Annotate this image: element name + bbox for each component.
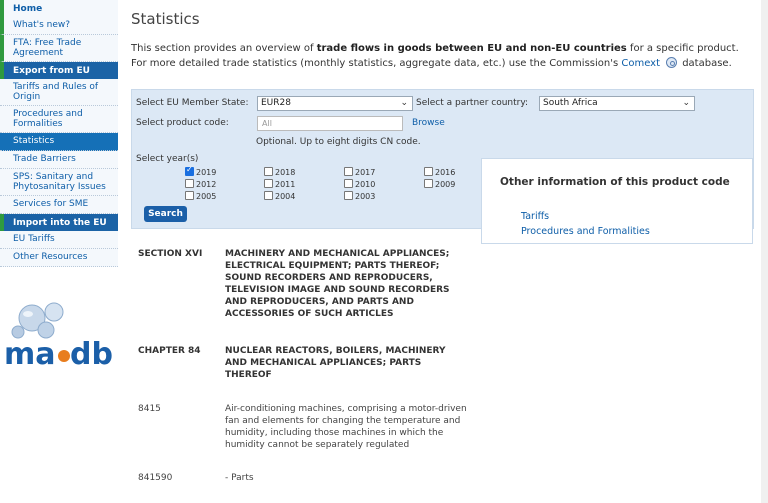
year-label-text: 2012 xyxy=(196,180,217,189)
chapter-code: CHAPTER 84 xyxy=(138,346,201,356)
heading-description: Air-conditioning machines, comprising a … xyxy=(225,404,467,450)
checkbox-icon xyxy=(185,179,194,188)
comext-link[interactable]: Comext xyxy=(621,58,660,69)
year-label-text: 2009 xyxy=(435,180,456,189)
year-checkbox-2016[interactable]: 2016 xyxy=(424,167,455,177)
intro-part-1: This section provides an overview of xyxy=(131,43,317,54)
browse-link[interactable]: Browse xyxy=(412,118,445,128)
chapter-description: NUCLEAR REACTORS, BOILERS, MACHINERY AND… xyxy=(225,346,446,380)
checkbox-icon xyxy=(344,179,353,188)
product-code-input[interactable]: All xyxy=(257,116,403,131)
year-label-text: 2004 xyxy=(275,192,296,201)
page-title: Statistics xyxy=(131,10,200,28)
checkbox-icon xyxy=(344,191,353,200)
year-label-text: 2017 xyxy=(355,168,376,177)
year-label-text: 2018 xyxy=(275,168,296,177)
product-info-box: Other information of this product code T… xyxy=(481,158,753,244)
sidebar-item-export[interactable]: Export from EU xyxy=(0,62,118,79)
intro-part-3: database. xyxy=(679,58,732,69)
year-label-text: 2010 xyxy=(355,180,376,189)
checkbox-icon xyxy=(264,179,273,188)
year-label-text: 2016 xyxy=(435,168,456,177)
sidebar-item-whats-new[interactable]: What's new? xyxy=(0,17,118,35)
member-state-label: Select EU Member State: xyxy=(136,98,249,108)
year-checkbox-2003[interactable]: 2003 xyxy=(344,191,375,201)
partner-label: Select a partner country: xyxy=(416,98,529,108)
vertical-scrollbar[interactable] xyxy=(761,0,768,503)
checkbox-icon xyxy=(264,191,273,200)
sidebar-nav: Home What's new? FTA: Free Trade Agreeme… xyxy=(0,0,118,267)
sidebar-item-eu-tariffs[interactable]: EU Tariffs xyxy=(0,231,118,249)
section-description: MACHINERY AND MECHANICAL APPLIANCES; ELE… xyxy=(225,249,450,319)
year-checkbox-2005[interactable]: 2005 xyxy=(185,191,216,201)
checkbox-icon xyxy=(424,167,433,176)
subheading-code: 841590 xyxy=(138,473,173,483)
search-button[interactable]: Search xyxy=(144,206,187,222)
tariffs-link[interactable]: Tariffs xyxy=(521,211,549,222)
checkbox-icon xyxy=(185,191,194,200)
sidebar-item-home[interactable]: Home xyxy=(0,0,118,17)
year-label-text: 2011 xyxy=(275,180,296,189)
sidebar-item-sps[interactable]: SPS: Sanitary and Phytosanitary Issues xyxy=(0,169,118,196)
sidebar-item-procedures[interactable]: Procedures and Formalities xyxy=(0,106,118,133)
product-code-label: Select product code: xyxy=(136,118,229,128)
checkbox-icon xyxy=(344,167,353,176)
chevron-down-icon: ⌄ xyxy=(682,98,690,108)
year-label: Select year(s) xyxy=(136,154,199,164)
heading-code: 8415 xyxy=(138,404,161,414)
year-label-text: 2003 xyxy=(355,192,376,201)
sidebar-item-tariffs-rules[interactable]: Tariffs and Rules of Origin xyxy=(0,79,118,106)
sidebar-item-sme[interactable]: Services for SME xyxy=(0,196,118,214)
intro-bold: trade flows in goods between EU and non-… xyxy=(316,43,627,54)
sidebar-item-import[interactable]: Import into the EU xyxy=(0,214,118,231)
sidebar-item-statistics[interactable]: Statistics xyxy=(0,133,118,151)
svg-text:ma: ma xyxy=(4,337,56,370)
year-checkbox-2012[interactable]: 2012 xyxy=(185,179,216,189)
sidebar-item-fta[interactable]: FTA: Free Trade Agreement xyxy=(0,35,118,62)
member-state-value: EUR28 xyxy=(261,98,291,108)
sidebar-item-other-resources[interactable]: Other Resources xyxy=(0,249,118,267)
year-checkbox-2017[interactable]: 2017 xyxy=(344,167,375,177)
intro-text: This section provides an overview of tra… xyxy=(131,41,756,71)
chevron-down-icon: ⌄ xyxy=(400,98,408,108)
sidebar-item-trade-barriers[interactable]: Trade Barriers xyxy=(0,151,118,169)
year-checkbox-2011[interactable]: 2011 xyxy=(264,179,295,189)
external-link-icon xyxy=(666,57,678,68)
partner-country-select[interactable]: South Africa ⌄ xyxy=(539,96,695,111)
procedures-formalities-link[interactable]: Procedures and Formalities xyxy=(521,226,650,237)
section-code: SECTION XVI xyxy=(138,249,203,259)
checkbox-checked-icon xyxy=(185,165,194,176)
svg-text:db: db xyxy=(70,337,113,370)
member-state-select[interactable]: EUR28 ⌄ xyxy=(257,96,413,111)
year-checkbox-2009[interactable]: 2009 xyxy=(424,179,455,189)
subheading-description: - Parts xyxy=(225,473,254,483)
year-checkbox-2004[interactable]: 2004 xyxy=(264,191,295,201)
checkbox-icon xyxy=(424,179,433,188)
year-label-text: 2019 xyxy=(196,168,217,177)
partner-country-value: South Africa xyxy=(543,98,598,108)
info-box-title: Other information of this product code xyxy=(500,176,730,188)
year-label-text: 2005 xyxy=(196,192,217,201)
year-checkbox-2018[interactable]: 2018 xyxy=(264,167,295,177)
year-checkbox-2019[interactable]: 2019 xyxy=(185,165,217,177)
optional-note: Optional. Up to eight digits CN code. xyxy=(256,137,421,147)
madb-logo[interactable]: ma db xyxy=(4,300,114,370)
checkbox-icon xyxy=(264,167,273,176)
year-checkbox-2010[interactable]: 2010 xyxy=(344,179,375,189)
